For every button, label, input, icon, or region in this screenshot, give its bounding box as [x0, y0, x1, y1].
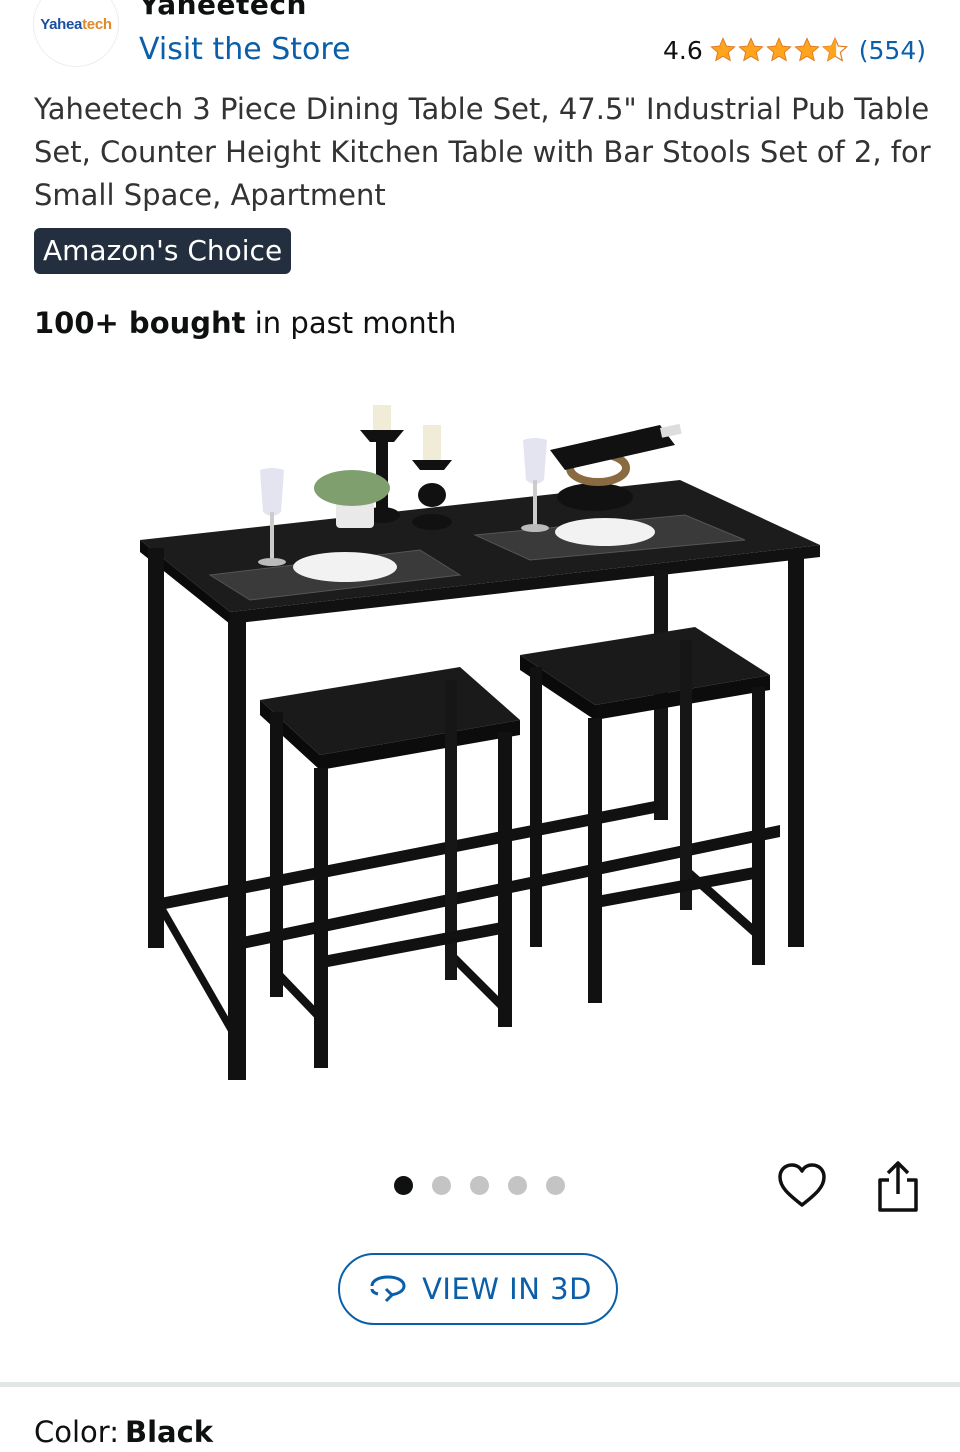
star-icon: [737, 37, 764, 62]
bought-period: in past month: [245, 306, 457, 340]
brand-logo-text-part2: tech: [82, 15, 112, 33]
rating-count-link[interactable]: (554): [859, 36, 926, 65]
carousel-dot[interactable]: [432, 1176, 451, 1195]
brand-logo[interactable]: Yahea tech: [34, 0, 118, 66]
color-variation: Color: Black: [34, 1412, 213, 1452]
brand-logo-text-part1: Yahea: [40, 15, 83, 33]
heart-icon[interactable]: [776, 1160, 828, 1212]
view-in-3d-label: VIEW IN 3D: [422, 1272, 592, 1306]
view-in-3d-button[interactable]: VIEW IN 3D: [338, 1253, 618, 1325]
half-star-icon: [821, 36, 848, 62]
bought-past-month: 100+ bought in past month: [34, 303, 456, 343]
product-title: Yaheetech 3 Piece Dining Table Set, 47.5…: [34, 92, 931, 212]
visit-store-link[interactable]: Visit the Store: [139, 30, 351, 70]
section-divider: [0, 1382, 960, 1387]
rating-value: 4.6: [663, 35, 703, 65]
star-icon: [793, 37, 820, 62]
carousel-dot[interactable]: [470, 1176, 489, 1195]
store-header: Yahea tech Yaheetech Visit the Store 4.6 …: [0, 0, 960, 80]
star-rating: [709, 36, 849, 64]
rotate-3d-icon: [370, 1275, 406, 1303]
amazons-choice-badge[interactable]: Amazon's Choice: [34, 228, 292, 274]
product-image[interactable]: [120, 380, 840, 1100]
image-carousel-indicator: [394, 1176, 584, 1195]
carousel-dot[interactable]: [546, 1176, 565, 1195]
rating-summary[interactable]: 4.6 (554): [663, 32, 926, 68]
color-value: Black: [124, 1415, 214, 1449]
star-icon: [765, 37, 792, 62]
brand-name: Yaheetech: [139, 0, 307, 21]
carousel-dot[interactable]: [508, 1176, 527, 1195]
star-icon: [709, 37, 736, 62]
bought-count: 100+ bought: [34, 306, 246, 340]
carousel-dot-active[interactable]: [394, 1176, 413, 1195]
share-icon[interactable]: [872, 1158, 924, 1214]
color-label: Color:: [34, 1415, 119, 1449]
